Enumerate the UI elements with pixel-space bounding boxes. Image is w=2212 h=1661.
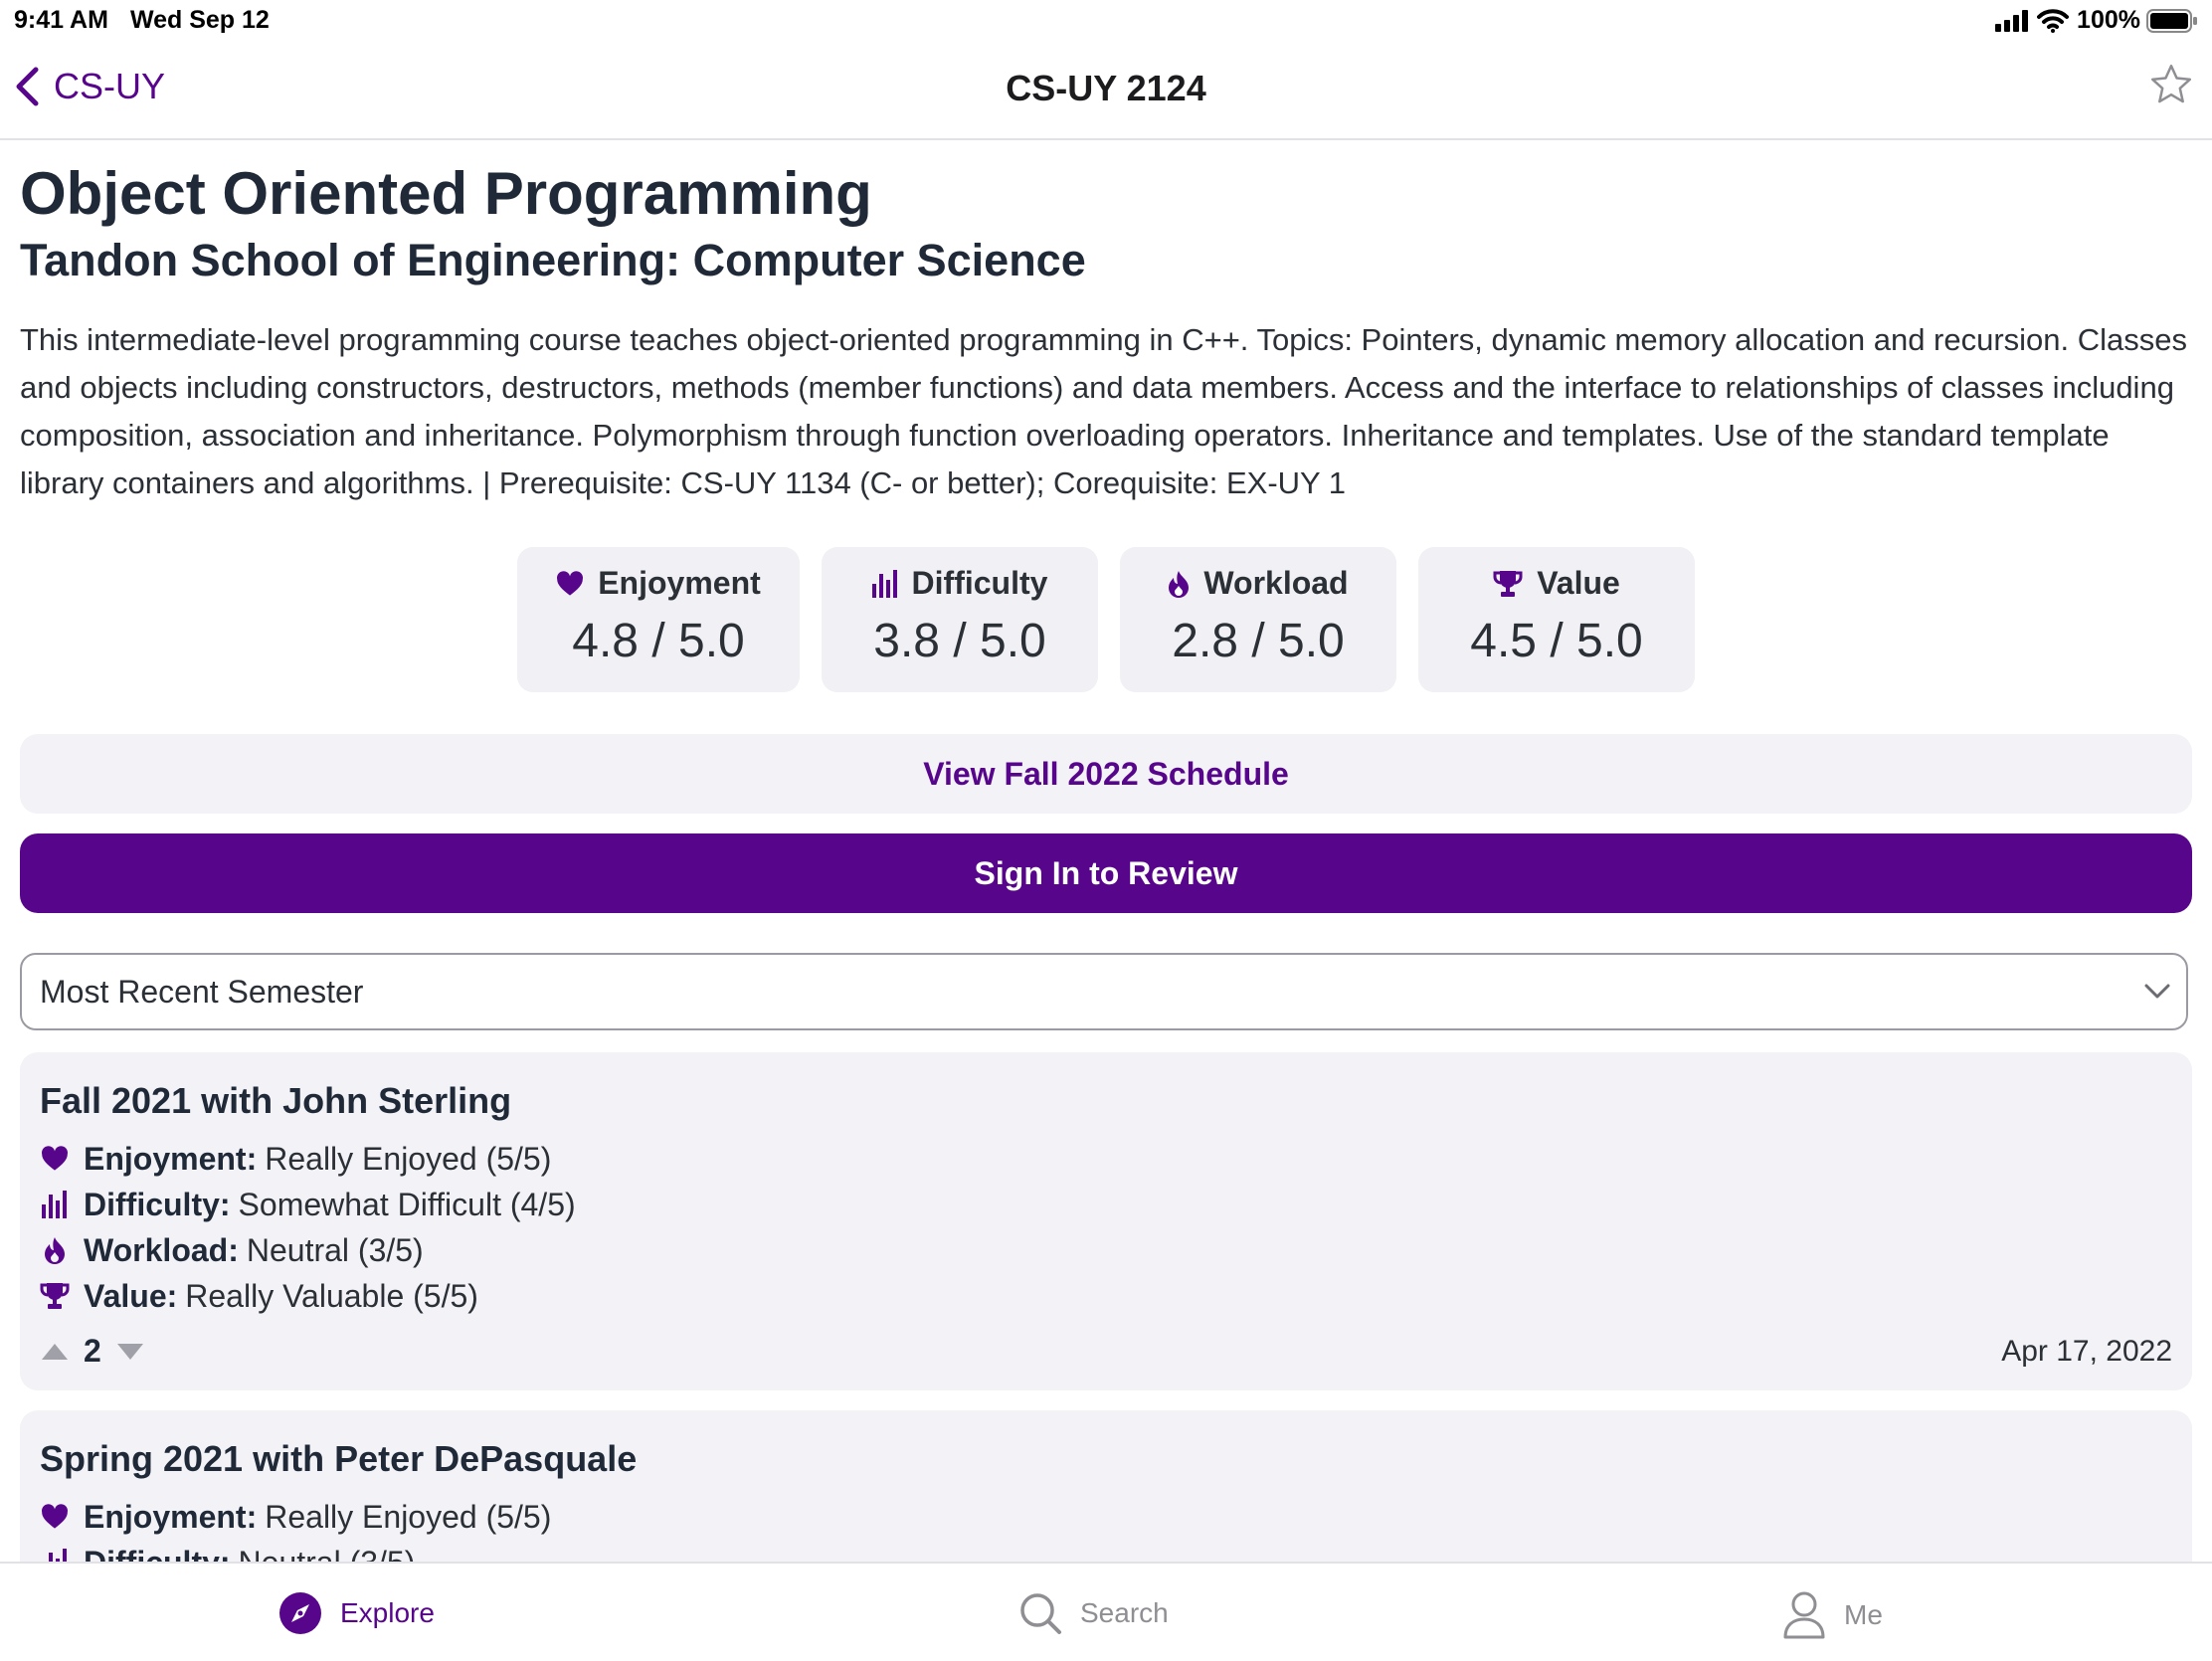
sort-select[interactable]: Most Recent Semester xyxy=(20,953,2188,1030)
bar-chart-icon xyxy=(42,1191,67,1218)
sign-in-to-review-button[interactable]: Sign In to Review xyxy=(20,833,2192,913)
rating-label: Difficulty xyxy=(911,565,1048,601)
upvote-icon[interactable] xyxy=(40,1342,70,1362)
chevron-down-icon xyxy=(2144,984,2170,999)
nav-title: CS-UY 2124 xyxy=(1006,68,1206,108)
rating-card-enjoyment: Enjoyment 4.8 / 5.0 xyxy=(517,547,800,692)
battery-percent: 100% xyxy=(2077,6,2140,34)
review-enjoyment-value: Really Enjoyed (5/5) xyxy=(265,1140,552,1177)
review-footer: 2 Apr 17, 2022 xyxy=(40,1333,2172,1370)
rating-label: Value xyxy=(1537,565,1620,601)
review-difficulty: Difficulty: Somewhat Difficult (4/5) xyxy=(40,1182,2172,1227)
compass-icon xyxy=(279,1592,321,1634)
course-school: Tandon School of Engineering: Computer S… xyxy=(20,235,1086,285)
trophy-icon xyxy=(40,1283,70,1309)
rating-header: Difficulty xyxy=(822,565,1098,602)
review-workload-label: Workload: xyxy=(84,1231,239,1268)
star-icon xyxy=(2150,64,2192,103)
rating-header: Enjoyment xyxy=(517,565,800,602)
review-value-value: Really Valuable (5/5) xyxy=(185,1277,478,1314)
review-enjoyment: Enjoyment: Really Enjoyed (5/5) xyxy=(40,1494,2172,1540)
review-title: Spring 2021 with Peter DePasquale xyxy=(40,1438,638,1479)
trophy-icon xyxy=(1493,570,1523,597)
tab-explore-label: Explore xyxy=(340,1597,435,1628)
tab-explore[interactable]: Explore xyxy=(278,1591,435,1635)
rating-label: Enjoyment xyxy=(598,565,761,601)
person-icon xyxy=(1783,1591,1825,1639)
bar-chart-icon xyxy=(871,569,897,598)
status-time: 9:41 AM xyxy=(14,6,108,34)
tab-me[interactable]: Me xyxy=(1782,1591,1883,1639)
review-workload-value: Neutral (3/5) xyxy=(246,1231,424,1268)
status-date: Wed Sep 12 xyxy=(129,6,270,34)
tab-bar: Explore Search Me xyxy=(0,1562,2212,1661)
heart-icon xyxy=(42,1146,68,1171)
rating-value: 2.8 / 5.0 xyxy=(1172,615,1345,667)
view-schedule-button[interactable]: View Fall 2022 Schedule xyxy=(20,734,2192,814)
flame-icon xyxy=(1169,570,1190,598)
review-title: Fall 2021 with John Sterling xyxy=(40,1080,512,1121)
battery-icon xyxy=(2146,8,2197,33)
tab-search-label: Search xyxy=(1080,1597,1169,1628)
rating-value: 3.8 / 5.0 xyxy=(873,615,1046,667)
rating-header: Value xyxy=(1418,565,1695,602)
favorite-button[interactable] xyxy=(2148,62,2194,112)
rating-header: Workload xyxy=(1120,565,1396,602)
sort-select-value: Most Recent Semester xyxy=(40,973,364,1010)
review-enjoyment: Enjoyment: Really Enjoyed (5/5) xyxy=(40,1136,2172,1182)
wifi-icon xyxy=(2037,8,2070,33)
cellular-signal-icon xyxy=(1995,9,2029,32)
rating-value: 4.5 / 5.0 xyxy=(1470,615,1643,667)
review-difficulty-label: Difficulty: xyxy=(84,1186,231,1222)
rating-card-difficulty: Difficulty 3.8 / 5.0 xyxy=(822,547,1098,692)
tab-search[interactable]: Search xyxy=(1018,1591,1169,1635)
review-value: Value: Really Valuable (5/5) xyxy=(40,1273,2172,1319)
review-card: Fall 2021 with John Sterling Enjoyment: … xyxy=(20,1052,2192,1390)
review-workload: Workload: Neutral (3/5) xyxy=(40,1227,2172,1273)
review-date: Apr 17, 2022 xyxy=(2001,1334,2172,1368)
review-value-label: Value: xyxy=(84,1277,178,1314)
rating-label: Workload xyxy=(1203,565,1349,601)
vote-count: 2 xyxy=(84,1333,101,1369)
review-enjoyment-value: Really Enjoyed (5/5) xyxy=(265,1498,552,1535)
tab-me-label: Me xyxy=(1844,1599,1883,1630)
vote-group: 2 xyxy=(40,1333,145,1370)
rating-value: 4.8 / 5.0 xyxy=(572,615,745,667)
rating-card-value: Value 4.5 / 5.0 xyxy=(1418,547,1695,692)
review-enjoyment-label: Enjoyment: xyxy=(84,1140,258,1177)
status-bar-left: 9:41 AM Wed Sep 12 xyxy=(14,6,270,35)
nav-divider xyxy=(0,138,2212,140)
heart-icon xyxy=(557,570,584,596)
flame-icon xyxy=(45,1237,65,1264)
heart-icon xyxy=(42,1504,68,1529)
status-bar-right: 100% xyxy=(1995,6,2198,35)
search-icon xyxy=(1020,1593,1061,1634)
review-difficulty-value: Somewhat Difficult (4/5) xyxy=(238,1186,576,1222)
downvote-icon[interactable] xyxy=(115,1342,145,1362)
course-description: This intermediate-level programming cour… xyxy=(20,322,2188,500)
course-title: Object Oriented Programming xyxy=(20,160,872,227)
rating-card-workload: Workload 2.8 / 5.0 xyxy=(1120,547,1396,692)
review-enjoyment-label: Enjoyment: xyxy=(84,1498,258,1535)
